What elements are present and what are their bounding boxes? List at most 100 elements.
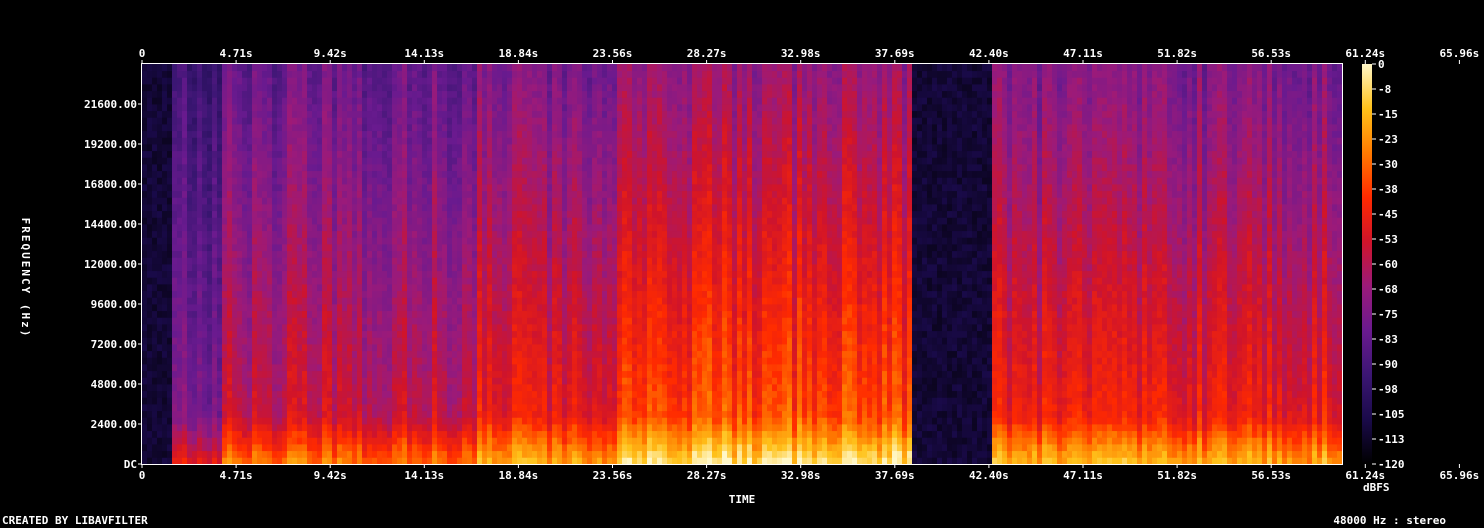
spectrogram-cell: [352, 190, 358, 198]
spectrogram-cell: [267, 224, 273, 232]
spectrogram-cell: [402, 270, 408, 278]
spectrogram-cell: [427, 197, 433, 205]
spectrogram-cell: [347, 430, 353, 438]
spectrogram-cell: [527, 150, 533, 158]
spectrogram-cell: [497, 284, 503, 292]
spectrogram-cell: [332, 270, 338, 278]
spectrogram-cell: [502, 184, 508, 192]
spectrogram-cell: [357, 404, 363, 412]
spectrogram-cell: [222, 177, 228, 185]
spectrogram-cell: [207, 264, 213, 272]
spectrogram-cell: [472, 204, 478, 212]
spectrogram-cell: [217, 457, 223, 465]
spectrogram-cell: [482, 284, 488, 292]
spectrogram-cell: [402, 304, 408, 312]
spectrogram-cell: [377, 170, 383, 178]
spectrogram-cell: [142, 104, 148, 112]
spectrogram-cell: [412, 344, 418, 352]
spectrogram-cell: [202, 184, 208, 192]
spectrogram-cell: [177, 424, 183, 432]
spectrogram-cell: [427, 157, 433, 165]
spectrogram-cell: [297, 184, 303, 192]
spectrogram-cell: [337, 90, 343, 98]
spectrogram-cell: [377, 104, 383, 112]
spectrogram-cell: [477, 370, 483, 378]
spectrogram-cell: [227, 117, 233, 125]
spectrogram-cell: [152, 137, 158, 145]
spectrogram-cell: [407, 244, 413, 252]
spectrogram-cell: [212, 324, 218, 332]
spectrogram-cell: [232, 390, 238, 398]
spectrogram-cell: [312, 230, 318, 238]
spectrogram-cell: [432, 444, 438, 452]
spectrogram-cell: [487, 364, 493, 372]
spectrogram-cell: [472, 344, 478, 352]
spectrogram-cell: [407, 144, 413, 152]
spectrogram-cell: [302, 144, 308, 152]
spectrogram-cell: [387, 444, 393, 452]
spectrogram-cell: [547, 330, 553, 338]
spectrogram-cell: [362, 70, 368, 78]
spectrogram-cell: [217, 137, 223, 145]
spectrogram-cell: [327, 410, 333, 418]
spectrogram-cell: [527, 344, 533, 352]
spectrogram-cell: [432, 384, 438, 392]
spectrogram-cell: [227, 77, 233, 85]
spectrogram-cell: [387, 204, 393, 212]
spectrogram-cell: [167, 197, 173, 205]
spectrogram-cell: [327, 117, 333, 125]
spectrogram-cell: [162, 330, 168, 338]
spectrogram-cell: [322, 117, 328, 125]
spectrogram-cell: [167, 330, 173, 338]
spectrogram-cell: [417, 244, 423, 252]
spectrogram-cell: [387, 150, 393, 158]
spectrogram-cell: [292, 190, 298, 198]
spectrogram-cell: [462, 124, 468, 132]
spectrogram-cell: [537, 337, 543, 345]
spectrogram-cell: [287, 90, 293, 98]
spectrogram-cell: [182, 217, 188, 225]
spectrogram-cell: [292, 284, 298, 292]
spectrogram-cell: [427, 384, 433, 392]
spectrogram-cell: [247, 177, 253, 185]
spectrogram-cell: [547, 84, 553, 92]
spectrogram-cell: [277, 437, 283, 445]
spectrogram-cell: [237, 184, 243, 192]
spectrogram-cell: [512, 390, 518, 398]
spectrogram-cell: [362, 337, 368, 345]
spectrogram-cell: [297, 330, 303, 338]
spectrogram-cell: [202, 344, 208, 352]
spectrogram-cell: [437, 157, 443, 165]
spectrogram-cell: [282, 210, 288, 218]
spectrogram-cell: [502, 250, 508, 258]
spectrogram-cell: [207, 417, 213, 425]
spectrogram-cell: [347, 424, 353, 432]
spectrogram-cell: [502, 104, 508, 112]
spectrogram-cell: [527, 237, 533, 245]
spectrogram-cell: [157, 304, 163, 312]
spectrogram-cell: [322, 137, 328, 145]
spectrogram-cell: [217, 144, 223, 152]
spectrogram-cell: [187, 290, 193, 298]
spectrogram-cell: [182, 130, 188, 138]
spectrogram-cell: [417, 310, 423, 318]
spectrogram-cell: [442, 137, 448, 145]
spectrogram-cell: [207, 357, 213, 365]
spectrogram-cell: [547, 444, 553, 452]
spectrogram-cell: [402, 457, 408, 465]
spectrogram-cell: [372, 450, 378, 458]
spectrogram-cell: [217, 424, 223, 432]
spectrogram-cell: [192, 257, 198, 265]
spectrogram-cell: [277, 204, 283, 212]
spectrogram-cell: [407, 77, 413, 85]
spectrogram-cell: [467, 210, 473, 218]
spectrogram-cell: [507, 304, 513, 312]
spectrogram-cell: [157, 250, 163, 258]
spectrogram-cell: [552, 284, 558, 292]
spectrogram-cell: [297, 117, 303, 125]
spectrogram-cell: [312, 237, 318, 245]
spectrogram-cell: [517, 217, 523, 225]
spectrogram-cell: [282, 144, 288, 152]
spectrogram-cell: [302, 384, 308, 392]
spectrogram-cell: [522, 164, 528, 172]
